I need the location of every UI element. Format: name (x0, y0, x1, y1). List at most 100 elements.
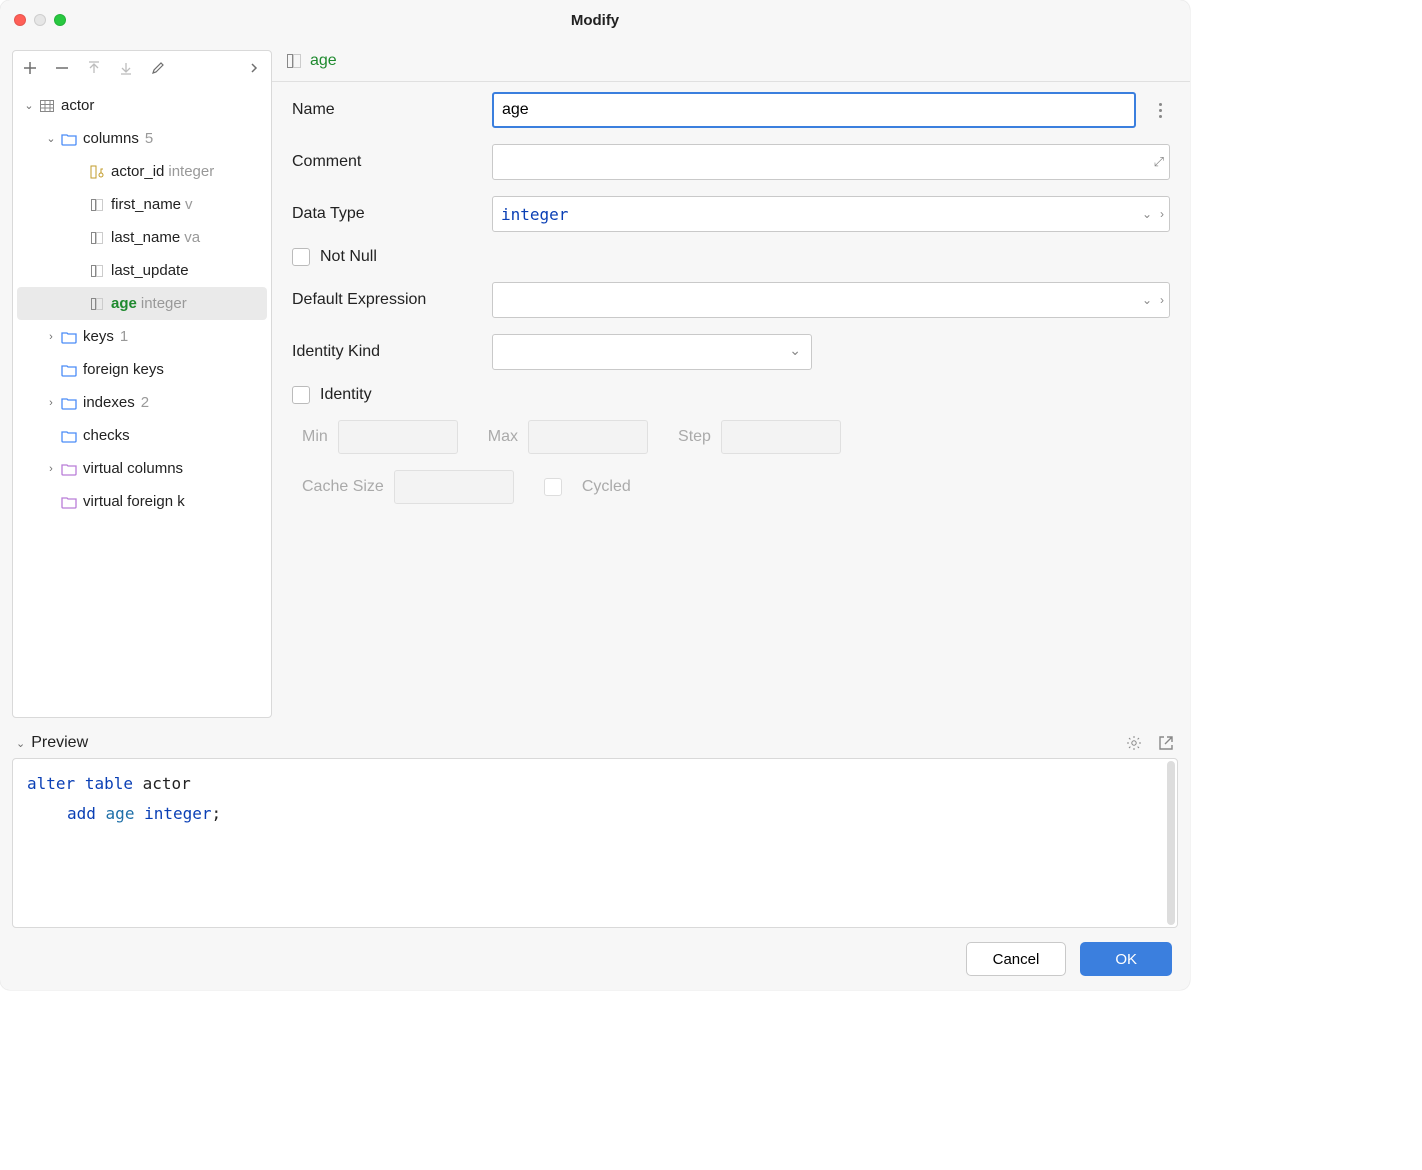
folder-icon (59, 330, 79, 344)
folder-icon (59, 429, 79, 443)
chevron-right-icon[interactable] (245, 59, 263, 77)
column-name: last_update (111, 262, 189, 279)
folder-icon (59, 396, 79, 410)
default-input[interactable] (492, 282, 1170, 318)
folder-label: virtual columns (83, 460, 183, 477)
column-name: last_name (111, 229, 180, 246)
pk-column-icon (87, 164, 107, 180)
more-icon[interactable] (1150, 103, 1170, 118)
sidebar-toolbar (13, 51, 271, 85)
expand-icon[interactable]: ⤢ (1154, 154, 1164, 170)
min-label: Min (302, 428, 328, 446)
tree-keys-folder[interactable]: › keys 1 (13, 320, 271, 353)
chevron-down-icon[interactable]: ⌄ (1142, 293, 1152, 307)
popout-icon[interactable] (1158, 735, 1174, 751)
window-title: Modify (0, 12, 1190, 29)
folder-label: indexes (83, 394, 135, 411)
comment-label: Comment (292, 153, 492, 171)
chevron-right-icon[interactable]: › (1160, 207, 1164, 221)
step-label: Step (678, 428, 711, 446)
tree-checks-folder[interactable]: checks (13, 419, 271, 452)
datatype-input[interactable] (492, 196, 1170, 232)
step-input (721, 420, 841, 454)
folder-count: 1 (120, 328, 128, 345)
remove-icon[interactable] (53, 59, 71, 77)
tree-foreign-keys-folder[interactable]: foreign keys (13, 353, 271, 386)
chevron-down-icon[interactable]: ⌄ (43, 132, 59, 145)
tree-column-row[interactable]: last_update (13, 254, 271, 287)
notnull-checkbox[interactable] (292, 248, 310, 266)
folder-icon (59, 462, 79, 476)
cache-label: Cache Size (302, 478, 384, 496)
gear-icon[interactable] (1126, 735, 1142, 751)
tree-sidebar: ⌄ actor ⌄ columns 5 actor_id i (12, 50, 272, 718)
folder-count: 2 (141, 394, 149, 411)
sql-type: integer (144, 804, 211, 823)
sql-keyword: alter (27, 774, 75, 793)
sql-ident: age (106, 804, 135, 823)
tree-column-row[interactable]: last_name va (13, 221, 271, 254)
tree-virtual-columns-folder[interactable]: › virtual columns (13, 452, 271, 485)
column-icon (87, 264, 107, 278)
cycled-label: Cycled (582, 478, 631, 496)
chevron-right-icon[interactable]: › (43, 463, 59, 475)
name-input[interactable] (492, 92, 1136, 128)
folder-icon (59, 132, 79, 146)
table-icon (37, 98, 57, 114)
preview-section: ⌄ Preview alter table actor add age inte… (12, 728, 1178, 928)
tree-column-row[interactable]: age integer (17, 287, 267, 320)
add-icon[interactable] (21, 59, 39, 77)
edit-icon[interactable] (149, 59, 167, 77)
identity-label: Identity (320, 386, 372, 404)
identity-kind-label: Identity Kind (292, 343, 492, 361)
column-name: age (111, 295, 137, 312)
tree-columns-folder[interactable]: ⌄ columns 5 (13, 122, 271, 155)
column-type: integer (168, 163, 214, 180)
folder-icon (59, 363, 79, 377)
folder-icon (59, 495, 79, 509)
chevron-right-icon[interactable]: › (43, 331, 59, 343)
tree-column-row[interactable]: actor_id integer (13, 155, 271, 188)
preview-label: Preview (31, 734, 88, 752)
scrollbar[interactable] (1167, 761, 1175, 925)
chevron-right-icon[interactable]: › (1160, 293, 1164, 307)
datatype-label: Data Type (292, 205, 492, 223)
column-icon (87, 297, 107, 311)
down-icon (117, 59, 135, 77)
max-input (528, 420, 648, 454)
cycled-checkbox (544, 478, 562, 496)
tree-table-row[interactable]: ⌄ actor (13, 89, 271, 122)
form-header: age (272, 40, 1190, 82)
form-header-label: age (310, 52, 337, 70)
chevron-down-icon[interactable]: ⌄ (21, 99, 37, 112)
tree-indexes-folder[interactable]: › indexes 2 (13, 386, 271, 419)
cancel-button[interactable]: Cancel (966, 942, 1067, 976)
tree-column-row[interactable]: first_name v (13, 188, 271, 221)
chevron-down-icon[interactable]: ⌄ (1142, 207, 1152, 221)
up-icon (85, 59, 103, 77)
sql-keyword: add (67, 804, 96, 823)
column-icon (286, 53, 302, 69)
comment-input[interactable] (492, 144, 1170, 180)
folder-label: checks (83, 427, 130, 444)
chevron-right-icon[interactable]: › (43, 397, 59, 409)
folder-label: columns (83, 130, 139, 147)
column-icon (87, 198, 107, 212)
folder-label: foreign keys (83, 361, 164, 378)
identity-kind-select[interactable] (492, 334, 812, 370)
column-type: v (185, 196, 193, 213)
folder-label: virtual foreign k (83, 493, 185, 510)
ok-button[interactable]: OK (1080, 942, 1172, 976)
sql-punct: ; (212, 804, 222, 823)
dialog-footer: Cancel OK (0, 928, 1190, 990)
column-name: first_name (111, 196, 181, 213)
column-form: age Name Comment ⤢ (272, 40, 1190, 728)
sql-keyword: table (85, 774, 133, 793)
chevron-down-icon[interactable]: ⌄ (16, 737, 25, 750)
identity-checkbox[interactable] (292, 386, 310, 404)
column-icon (87, 231, 107, 245)
column-name: actor_id (111, 163, 164, 180)
tree-virtual-fks-folder[interactable]: virtual foreign k (13, 485, 271, 518)
min-input (338, 420, 458, 454)
sql-preview: alter table actor add age integer; (12, 758, 1178, 928)
